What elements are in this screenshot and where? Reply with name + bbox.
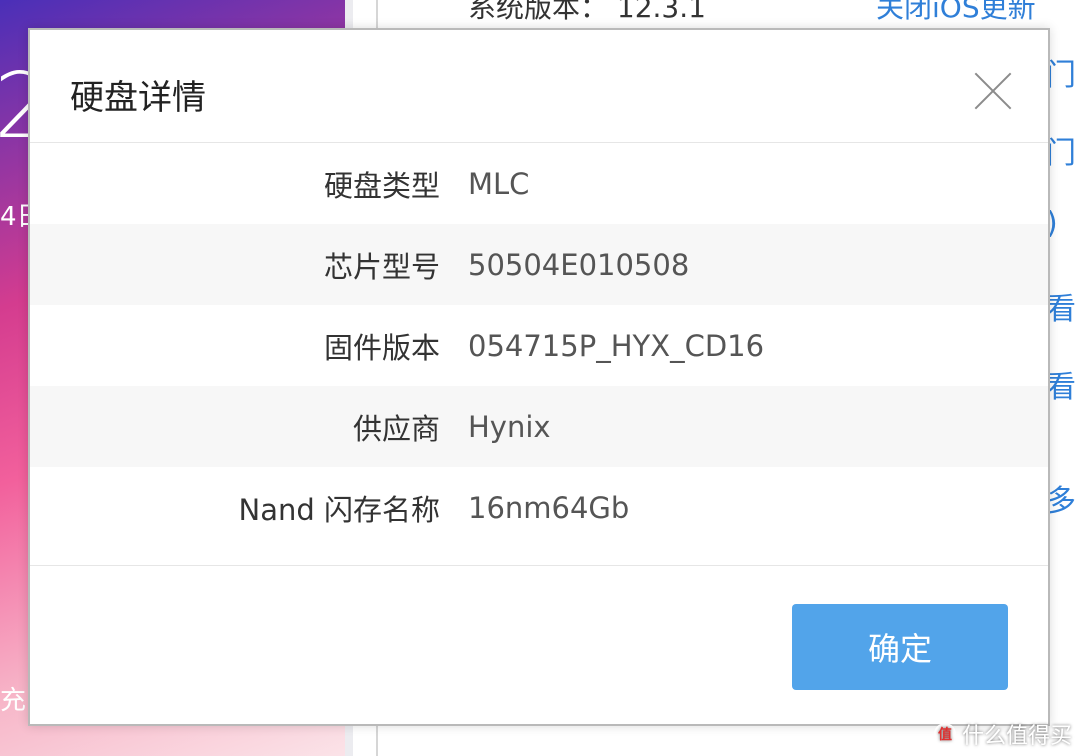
footer-divider [30, 565, 1048, 566]
detail-label: 固件版本 [323, 330, 440, 365]
detail-value: MLC [468, 166, 530, 201]
watermark: 值 什么值得买 [933, 718, 1072, 750]
dialog-title: 硬盘详情 [70, 78, 206, 118]
watermark-logo-icon: 值 [933, 723, 956, 745]
confirm-button[interactable]: 确定 [792, 604, 1008, 690]
detail-value: Hynix [468, 409, 551, 444]
detail-row-disk-type: 硬盘类型 MLC [30, 143, 1048, 224]
close-icon[interactable] [974, 72, 1012, 110]
detail-label: 硬盘类型 [323, 168, 440, 203]
disk-details-dialog: 硬盘详情 硬盘类型 MLC 芯片型号 50504E010508 固件版本 054… [28, 28, 1050, 726]
detail-row-firmware-version: 固件版本 054715P_HYX_CD16 [30, 305, 1048, 386]
background-right-fragment[interactable]: 看 [1046, 362, 1076, 406]
detail-value: 054715P_HYX_CD16 [468, 328, 765, 363]
dialog-header: 硬盘详情 [30, 30, 1048, 143]
detail-value: 50504E010508 [468, 247, 690, 282]
background-right-fragment[interactable]: 多 [1046, 476, 1076, 520]
disk-detail-list: 硬盘类型 MLC 芯片型号 50504E010508 固件版本 054715P_… [30, 143, 1048, 548]
detail-row-nand-name: Nand 闪存名称 16nm64Gb [30, 467, 1048, 548]
background-disable-ios-update-link[interactable]: 关闭iOS更新 [876, 0, 1036, 26]
detail-label: 芯片型号 [323, 249, 440, 284]
background-right-fragment[interactable]: 门 [1046, 50, 1076, 94]
detail-value: 16nm64Gb [468, 490, 630, 525]
detail-label: 供应商 [352, 411, 440, 446]
background-system-version: 系统版本： 12.3.1 [468, 0, 706, 24]
background-charge-fragment: 充 [0, 686, 27, 716]
detail-row-chip-model: 芯片型号 50504E010508 [30, 224, 1048, 305]
detail-row-vendor: 供应商 Hynix [30, 386, 1048, 467]
background-right-fragment[interactable]: 门 [1046, 128, 1076, 172]
watermark-text: 什么值得买 [961, 724, 1072, 749]
detail-label: Nand 闪存名称 [238, 492, 440, 527]
background-right-fragment[interactable]: 看 [1046, 284, 1076, 328]
